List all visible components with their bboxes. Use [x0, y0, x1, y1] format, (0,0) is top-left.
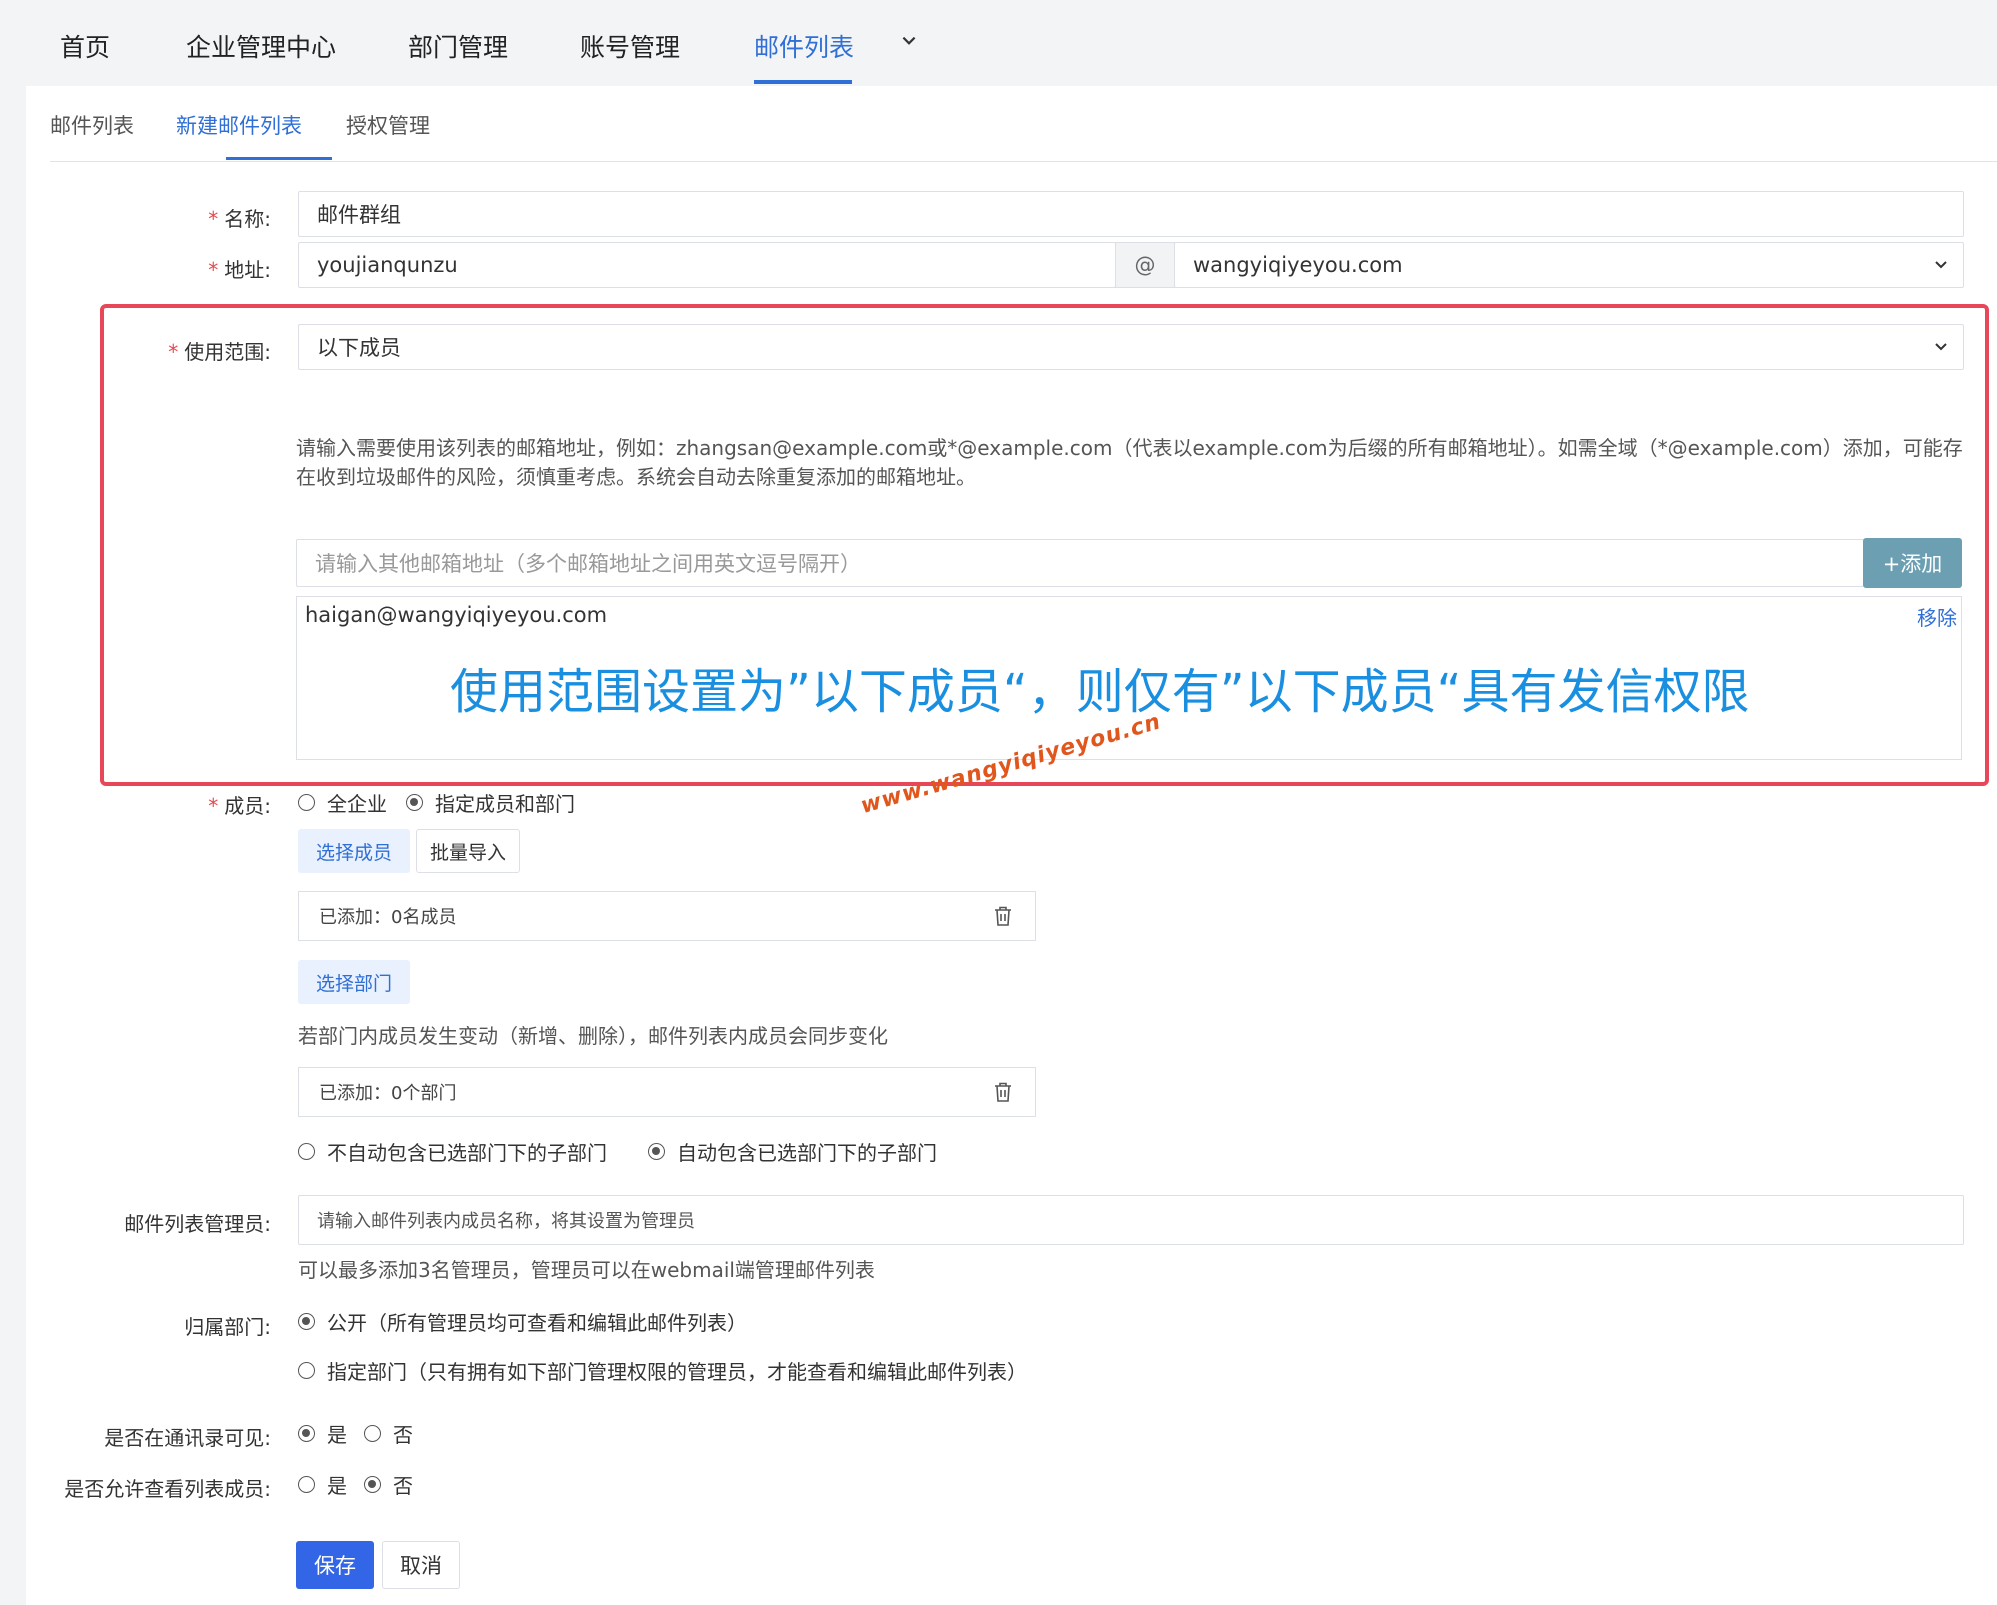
top-navigation: 首页 企业管理中心 部门管理 账号管理 邮件列表	[0, 0, 1997, 86]
trash-icon[interactable]	[993, 1081, 1013, 1103]
domain-select[interactable]: wangyiqiyeyou.com	[1174, 242, 1964, 288]
radio-icon	[364, 1476, 381, 1493]
members-added-count: 已添加：0名成员	[319, 907, 457, 928]
sub-tabs: 邮件列表 新建邮件列表 授权管理	[50, 110, 1997, 162]
members-label: * 成员:	[208, 794, 271, 818]
allow-view-option-yes[interactable]: 是	[298, 1470, 347, 1499]
chevron-down-icon	[1935, 261, 1947, 269]
members-option-all[interactable]: 全企业	[298, 788, 387, 817]
select-members-button[interactable]: 选择成员	[298, 829, 410, 873]
email-input[interactable]: 请输入其他邮箱地址（多个邮箱地址之间用英文逗号隔开）	[296, 539, 1864, 587]
radio-icon	[298, 1362, 315, 1379]
dept-owner-option-specified[interactable]: 指定部门（只有拥有如下部门管理权限的管理员，才能查看和编辑此邮件列表）	[298, 1356, 1027, 1385]
admins-label: 邮件列表管理员:	[124, 1212, 271, 1236]
nav-item-department[interactable]: 部门管理	[408, 28, 508, 64]
name-input[interactable]: 邮件群组	[298, 191, 1964, 237]
at-addon: @	[1115, 242, 1175, 288]
scope-value: 以下成员	[317, 336, 401, 360]
radio-icon	[298, 1476, 315, 1493]
select-departments-button[interactable]: 选择部门	[298, 960, 410, 1004]
subdept-option-include[interactable]: 自动包含已选部门下的子部门	[648, 1137, 937, 1166]
domain-value: wangyiqiyeyou.com	[1193, 253, 1403, 277]
address-label: * 地址:	[208, 258, 271, 282]
nav-item-mail-list[interactable]: 邮件列表	[754, 28, 854, 64]
save-button[interactable]: 保存	[296, 1541, 374, 1589]
annotation-text: 使用范围设置为”以下成员“，则仅有”以下成员“具有发信权限	[450, 664, 1750, 720]
radio-icon	[298, 1143, 315, 1160]
tab-active-indicator	[226, 157, 332, 160]
subdept-option-exclude[interactable]: 不自动包含已选部门下的子部门	[298, 1137, 607, 1166]
add-email-button[interactable]: +添加	[1863, 538, 1962, 588]
address-local-input[interactable]: youjianqunzu	[298, 242, 1116, 288]
departments-added-count: 已添加：0个部门	[319, 1083, 457, 1104]
members-added-box: 已添加：0名成员	[298, 891, 1036, 941]
radio-icon	[298, 1313, 315, 1330]
scope-label: * 使用范围:	[168, 340, 271, 364]
visible-in-contacts-label: 是否在通讯录可见:	[104, 1426, 271, 1450]
admins-hint: 可以最多添加3名管理员，管理员可以在webmail端管理邮件列表	[298, 1258, 875, 1282]
nav-item-home[interactable]: 首页	[60, 28, 110, 64]
department-hint: 若部门内成员发生变动（新增、删除），邮件列表内成员会同步变化	[298, 1024, 888, 1048]
departments-added-box: 已添加：0个部门	[298, 1067, 1036, 1117]
radio-icon	[364, 1425, 381, 1442]
members-option-specified[interactable]: 指定成员和部门	[406, 788, 575, 817]
chevron-down-icon[interactable]	[900, 32, 918, 50]
trash-icon[interactable]	[993, 905, 1013, 927]
remove-link[interactable]: 移除	[1917, 602, 1957, 631]
scope-hint: 请输入需要使用该列表的邮箱地址，例如：zhangsan@example.com或…	[296, 436, 1963, 489]
scope-select[interactable]: 以下成员	[298, 324, 1964, 370]
radio-icon	[298, 794, 315, 811]
batch-import-button[interactable]: 批量导入	[416, 829, 520, 873]
tab-authorization[interactable]: 授权管理	[346, 110, 430, 140]
name-label: * 名称:	[208, 207, 271, 231]
nav-active-indicator	[754, 80, 852, 84]
visible-option-yes[interactable]: 是	[298, 1419, 347, 1448]
nav-item-account[interactable]: 账号管理	[580, 28, 680, 64]
admins-input[interactable]: 请输入邮件列表内成员名称，将其设置为管理员	[298, 1195, 1964, 1245]
list-item: haigan@wangyiqiyeyou.com	[305, 603, 608, 627]
dept-owner-label: 归属部门:	[184, 1315, 271, 1339]
radio-icon	[298, 1425, 315, 1442]
allow-view-option-no[interactable]: 否	[364, 1470, 413, 1499]
nav-item-enterprise-center[interactable]: 企业管理中心	[186, 28, 336, 64]
visible-option-no[interactable]: 否	[364, 1419, 413, 1448]
chevron-down-icon	[1935, 343, 1947, 351]
tab-new-mail-list[interactable]: 新建邮件列表	[176, 110, 302, 140]
allow-view-members-label: 是否允许查看列表成员:	[64, 1477, 271, 1501]
radio-icon	[648, 1143, 665, 1160]
dept-owner-option-public[interactable]: 公开（所有管理员均可查看和编辑此邮件列表）	[298, 1307, 747, 1336]
cancel-button[interactable]: 取消	[382, 1541, 460, 1589]
tab-mail-list[interactable]: 邮件列表	[50, 110, 134, 140]
radio-icon	[406, 794, 423, 811]
